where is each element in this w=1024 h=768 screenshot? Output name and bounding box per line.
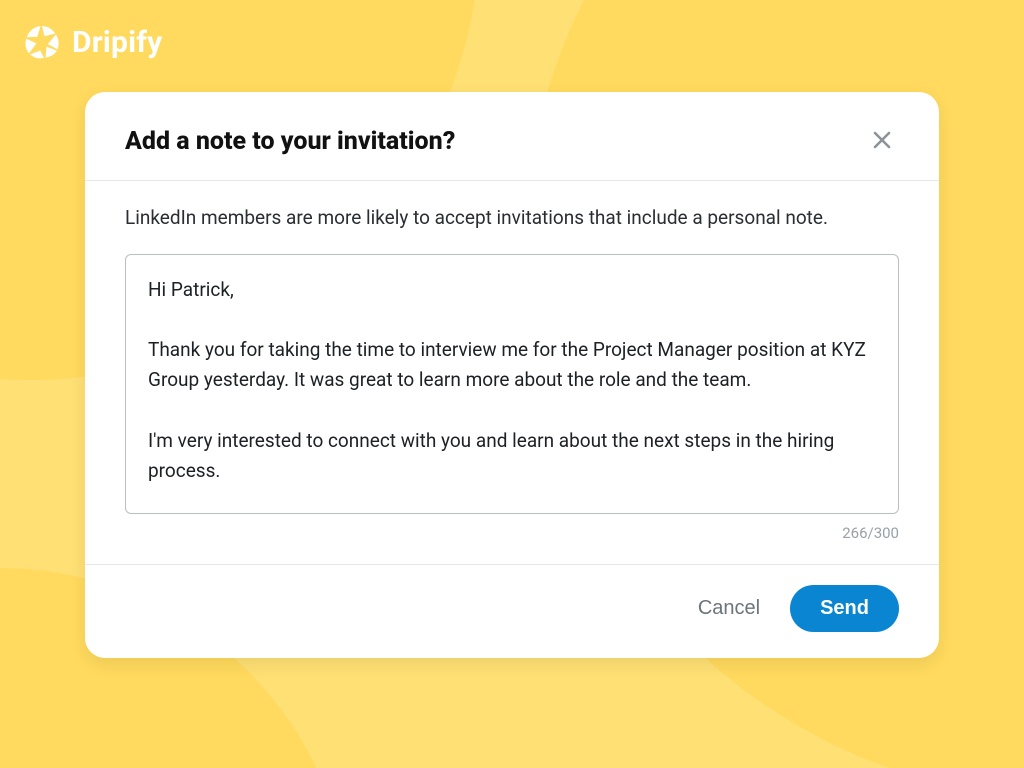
invitation-note-textarea[interactable]	[125, 254, 899, 514]
modal-title: Add a note to your invitation?	[125, 127, 455, 156]
helper-text: LinkedIn members are more likely to acce…	[125, 203, 899, 232]
brand-name: Dripify	[72, 25, 162, 60]
send-button[interactable]: Send	[790, 585, 899, 632]
character-counter: 266/300	[125, 524, 899, 542]
modal-footer: Cancel Send	[85, 564, 939, 658]
close-button[interactable]	[865, 124, 899, 158]
modal-header: Add a note to your invitation?	[85, 92, 939, 181]
cancel-button[interactable]: Cancel	[694, 589, 764, 628]
invitation-note-modal: Add a note to your invitation? LinkedIn …	[85, 92, 939, 658]
modal-body: LinkedIn members are more likely to acce…	[85, 181, 939, 548]
close-icon	[870, 128, 894, 155]
aperture-icon	[22, 22, 62, 62]
brand-logo: Dripify	[22, 22, 162, 62]
